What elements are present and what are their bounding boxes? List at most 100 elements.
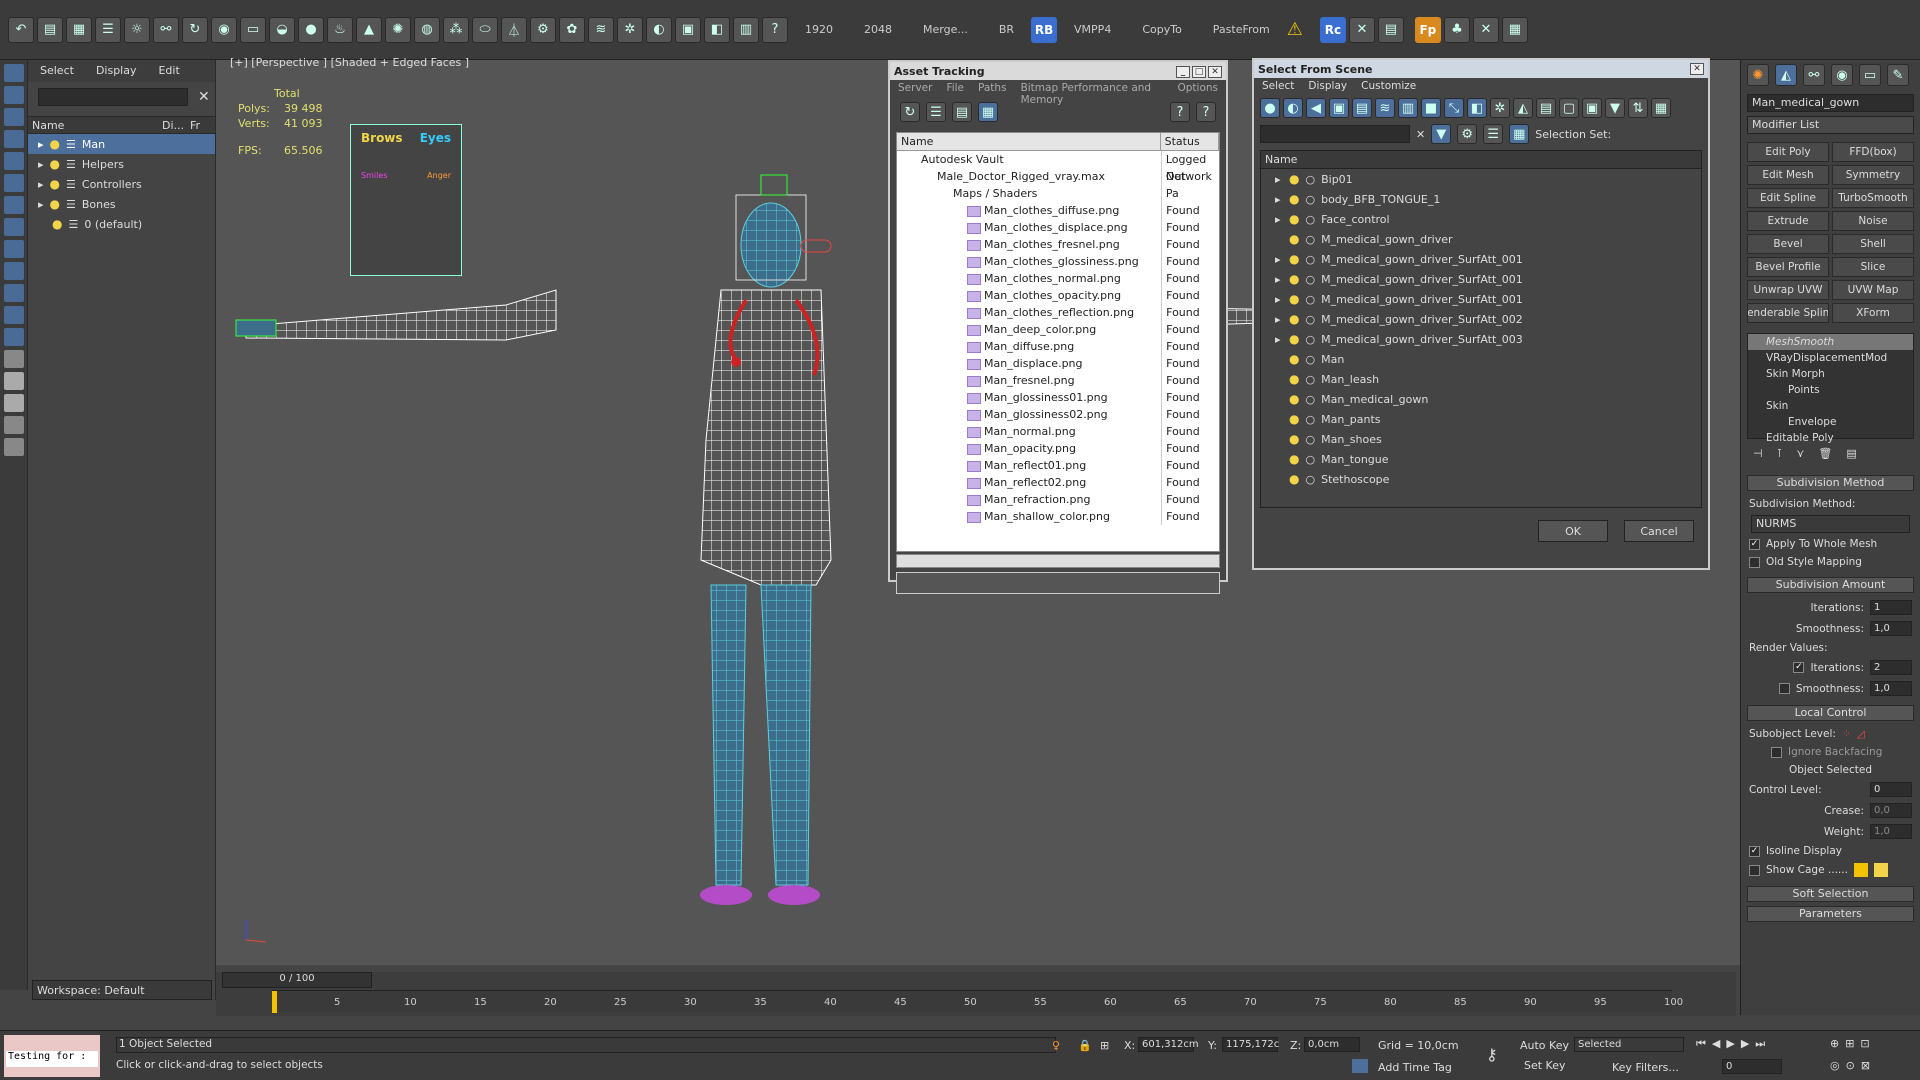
expand-icon[interactable]: ▸ [38, 178, 44, 191]
render-frame-icon[interactable]: ◧ [704, 16, 730, 43]
bulb-icon[interactable]: ● [1289, 372, 1299, 386]
scene-object-row[interactable]: ▸ ● ○ body_BFB_TONGUE_1 [1261, 189, 1701, 209]
bulb-icon[interactable]: ● [50, 137, 60, 151]
modifier-button[interactable]: FFD(box) [1832, 142, 1914, 162]
light-tool-icon[interactable] [4, 152, 24, 170]
undo-icon[interactable]: ↶ [8, 16, 34, 43]
scene-object-row[interactable]: ▸ ● ○ M_medical_gown_driver_SurfAtt_003 [1261, 329, 1701, 349]
column-freeze[interactable]: Fr [190, 119, 200, 132]
filter-cameras-icon[interactable]: ▣ [1329, 98, 1349, 118]
y-coordinate-field[interactable]: 1175,172c [1222, 1037, 1279, 1052]
shape-tool-icon[interactable] [4, 174, 24, 192]
asset-row[interactable]: Man_clothes_displace.png Found [897, 219, 1219, 236]
workspace-selector[interactable]: Workspace: Default [32, 980, 212, 1000]
asset-row[interactable]: Man_reflect01.png Found [897, 457, 1219, 474]
link-icon[interactable]: ⚯ [153, 16, 179, 43]
ok-button[interactable]: OK [1538, 520, 1608, 542]
asset-row[interactable]: Maps / Shaders [897, 185, 1219, 202]
list-view-icon[interactable]: ☰ [926, 102, 946, 122]
tree-view-icon[interactable]: ▤ [952, 102, 972, 122]
control-level-spinner[interactable]: 0 [1870, 782, 1912, 797]
scene-search-input[interactable] [1260, 125, 1410, 143]
filter-shapes-icon[interactable]: ◐ [1283, 98, 1303, 118]
modifier-stack-item[interactable]: Envelope [1748, 414, 1913, 430]
filter-spacewarps-icon[interactable]: ≋ [1375, 98, 1395, 118]
bulb-icon[interactable]: ● [1289, 172, 1299, 186]
camera-icon[interactable]: ◉ [211, 16, 237, 43]
crease-spinner[interactable]: 0,0 [1870, 803, 1912, 818]
close-button[interactable]: ✕ [1208, 66, 1222, 78]
expand-icon[interactable]: ▸ [1275, 213, 1283, 226]
tree-icon[interactable]: ♣ [1443, 16, 1470, 43]
asset-row[interactable]: Man_diffuse.png Found [897, 338, 1219, 355]
layer-manager-icon[interactable]: ☰ [95, 16, 121, 43]
settings-icon[interactable]: ⚙ [1457, 124, 1478, 144]
weight-spinner[interactable]: 1,0 [1870, 824, 1912, 839]
display-tab-icon[interactable]: ▭ [1859, 64, 1881, 86]
scene-item-man[interactable]: ▸ ● ☰ Man [28, 134, 215, 154]
filter-xrefs-icon[interactable]: ■ [1421, 98, 1441, 118]
columns-icon[interactable]: ▦ [1651, 98, 1671, 118]
current-frame-field[interactable]: 0 [1722, 1059, 1782, 1074]
particle-tool-icon[interactable] [4, 284, 24, 302]
material-sphere-icon[interactable]: ◐ [646, 16, 672, 43]
maximize-button[interactable]: □ [1192, 66, 1206, 78]
scene-object-row[interactable]: ● ○ Man_leash [1261, 369, 1701, 389]
bulb-icon[interactable]: ● [1289, 432, 1299, 446]
render-tool-icon[interactable] [4, 328, 24, 346]
scene-object-row[interactable]: ● ○ M_medical_gown_driver [1261, 229, 1701, 249]
bulb-icon[interactable]: ● [50, 157, 60, 171]
viewport-label[interactable]: [+] [Perspective ] [Shaded + Edged Faces… [230, 56, 469, 69]
pin-stack-icon[interactable]: ⊣ [1753, 447, 1763, 467]
expand-icon[interactable]: ▸ [1275, 293, 1283, 306]
space-warp-icon[interactable] [4, 218, 24, 236]
bulb-icon[interactable]: ● [1289, 332, 1299, 346]
asset-row[interactable]: Man_shallow_color.png Found [897, 508, 1219, 525]
key-icon[interactable]: ⚷ [1486, 1045, 1498, 1064]
navigation-controls-2[interactable]: ◎⊙⊠ [1830, 1059, 1876, 1072]
close-button[interactable]: ✕ [1690, 63, 1704, 75]
asset-row[interactable]: Man_clothes_opacity.png Found [897, 287, 1219, 304]
modifier-stack-item[interactable]: Points [1748, 382, 1913, 398]
modifier-button[interactable]: UVW Map [1832, 280, 1914, 300]
column-name[interactable]: Name [32, 119, 162, 132]
menu-server[interactable]: Server [898, 82, 932, 96]
bulb-icon[interactable]: ● [1289, 232, 1299, 246]
auto-key-button[interactable]: Auto Key [1520, 1039, 1569, 1052]
filter-containers-icon[interactable]: ◧ [1467, 98, 1487, 118]
old-style-mapping-checkbox[interactable] [1749, 556, 1760, 568]
menu-paths[interactable]: Paths [978, 82, 1007, 96]
layers-tool-icon[interactable] [4, 438, 24, 456]
expand-icon[interactable]: ▸ [1275, 193, 1283, 206]
modifier-button[interactable]: XForm [1832, 303, 1914, 323]
soft-selection-rollout[interactable]: Soft Selection [1747, 886, 1914, 902]
copyto-button[interactable]: CopyTo [1128, 23, 1195, 36]
help-icon[interactable]: ? [1170, 102, 1190, 122]
subdivision-amount-rollout[interactable]: Subdivision Amount [1747, 577, 1914, 593]
modifier-button[interactable]: Symmetry [1832, 165, 1914, 185]
filter-helpers-icon[interactable]: ▤ [1352, 98, 1372, 118]
scene-object-row[interactable]: ● ○ Man_tongue [1261, 449, 1701, 469]
scene-object-row[interactable]: ▸ ● ○ M_medical_gown_driver_SurfAtt_002 [1261, 309, 1701, 329]
edge-level-icon[interactable]: ◿ [1857, 728, 1865, 740]
bulb-icon[interactable]: ● [1289, 392, 1299, 406]
bulb-icon[interactable]: ● [50, 177, 60, 191]
bulb-icon[interactable]: ● [1289, 212, 1299, 226]
asset-row[interactable]: Man_deep_color.png Found [897, 321, 1219, 338]
cone-icon[interactable]: ▲ [356, 16, 382, 43]
add-time-tag-button[interactable]: Add Time Tag [1378, 1061, 1452, 1074]
display-all-icon[interactable]: ▤ [1536, 98, 1556, 118]
modifier-stack-item[interactable]: VRayDisplacementMod [1748, 350, 1913, 366]
create-tab-icon[interactable]: ✺ [1747, 64, 1769, 86]
tools-icon[interactable]: ✕ [1348, 16, 1375, 43]
filter-bones-icon[interactable]: ⤡ [1444, 98, 1464, 118]
modifier-button[interactable]: Shell [1832, 234, 1914, 254]
track-bar[interactable]: 5 10 15 20 25 30 35 40 45 50 55 60 65 70 75 80 85 90 95 100 [272, 990, 1683, 1013]
merge-button[interactable]: Merge... [909, 23, 982, 36]
filter-geometry-icon[interactable]: ● [1260, 98, 1280, 118]
asset-row[interactable]: Male_Doctor_Rigged_vray.max Network Pa [897, 168, 1219, 200]
plant-icon[interactable]: ✿ [559, 16, 585, 43]
omni-light-icon[interactable]: ◍ [414, 16, 440, 43]
scene-item-bones[interactable]: ▸ ● ☰ Bones [28, 194, 215, 214]
cancel-button[interactable]: Cancel [1624, 520, 1694, 542]
